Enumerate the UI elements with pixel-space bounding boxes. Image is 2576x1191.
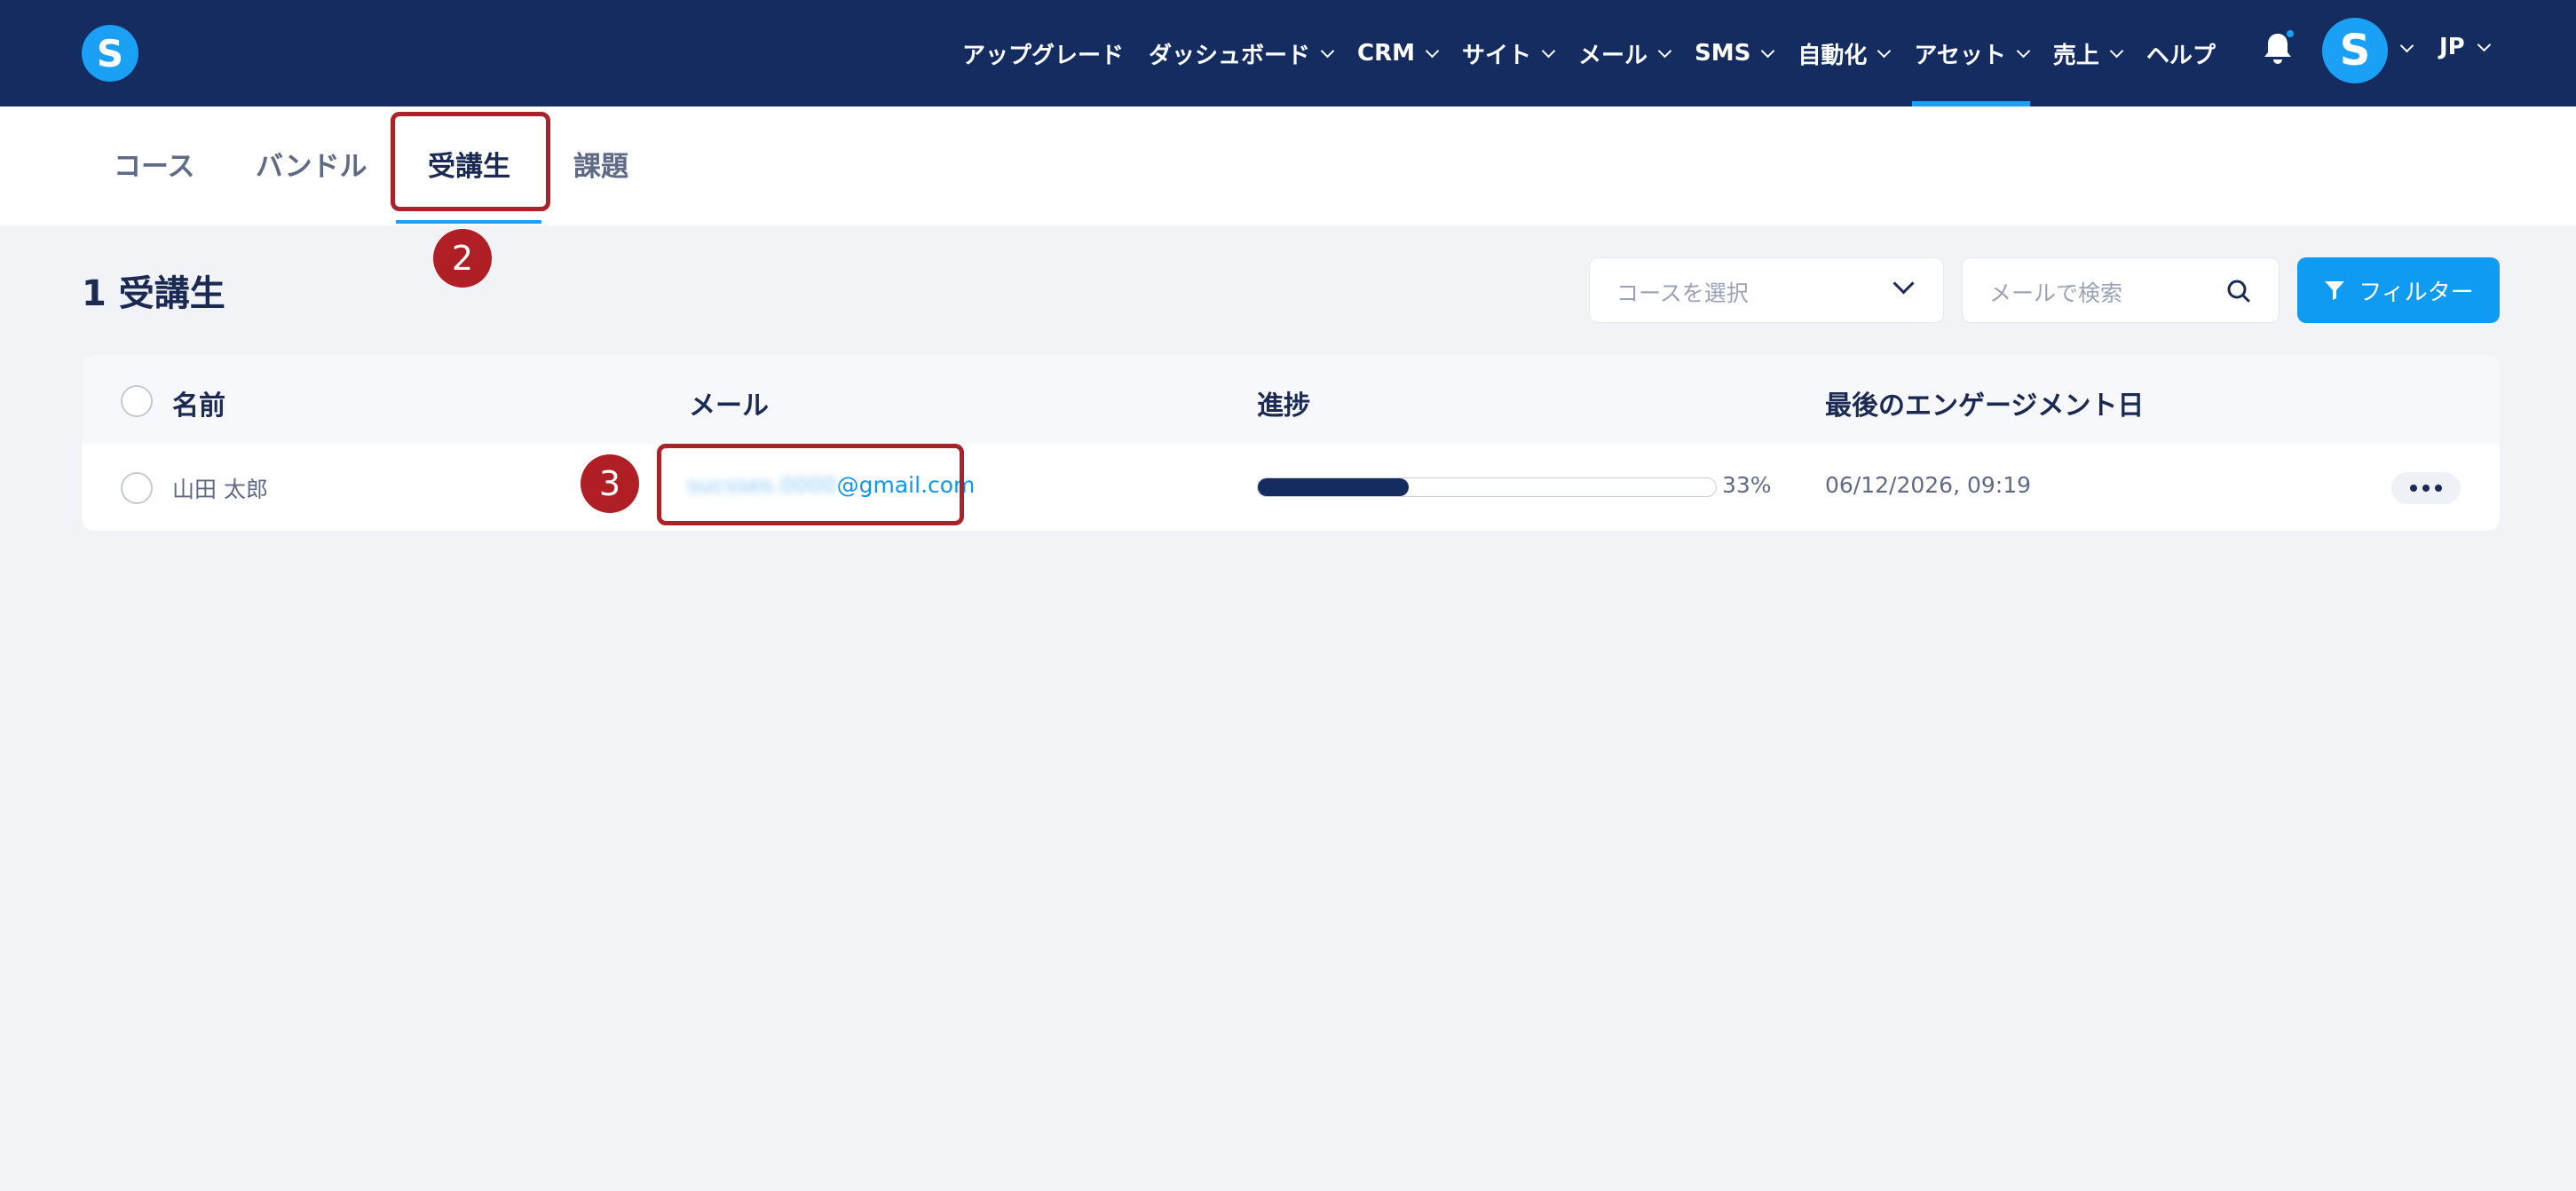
nav-item-upgrade[interactable]: アップグレード — [962, 0, 1124, 106]
nav-item-label: アセット — [1914, 42, 2006, 69]
nav-item-help[interactable]: ヘルプ — [2146, 0, 2216, 106]
more-dot-icon — [2422, 485, 2430, 492]
search-placeholder: メールで検索 — [1989, 280, 2123, 306]
chevron-down-icon — [2477, 37, 2492, 51]
nav-item-label: ヘルプ — [2145, 42, 2216, 69]
nav-item-label: CRM — [1357, 40, 1416, 67]
progress-percent: 33% — [1722, 472, 1772, 498]
chevron-down-icon[interactable] — [2399, 38, 2414, 53]
chevron-down-icon — [1541, 43, 1556, 58]
column-header-email[interactable]: メール — [689, 383, 769, 422]
nav-item-automation[interactable]: 自動化 — [1798, 0, 1892, 106]
chevron-down-icon — [1657, 43, 1672, 58]
filter-button[interactable]: フィルター — [2297, 257, 2500, 323]
filter-button-label: フィルター — [2359, 279, 2474, 306]
active-tab-indicator — [396, 220, 541, 224]
nav-item-email[interactable]: メール — [1578, 0, 1672, 106]
nav-item-sales[interactable]: 売上 — [2052, 0, 2124, 106]
chevron-down-icon — [1877, 43, 1892, 58]
row-checkbox[interactable] — [121, 472, 153, 504]
nav-item-label: 自動化 — [1798, 42, 1868, 69]
column-header-last-engagement[interactable]: 最後のエンゲージメント日 — [1825, 383, 2144, 422]
tab-assignments[interactable]: 課題 — [573, 144, 628, 184]
table-header: 名前 メール 進捗 最後のエンゲージメント日 — [82, 355, 2500, 444]
progress-bar — [1257, 477, 1717, 497]
nav-item-crm[interactable]: CRM — [1357, 0, 1440, 106]
avatar[interactable]: S — [2322, 18, 2388, 83]
chevron-down-icon — [2016, 43, 2031, 58]
annotation-highlight-email — [657, 444, 964, 525]
students-table: 名前 メール 進捗 最後のエンゲージメント日 山田 太郎 06/12/2026,… — [82, 355, 2500, 531]
chevron-down-icon — [1892, 272, 1915, 295]
nav-item-label: 売上 — [2052, 42, 2099, 69]
chevron-down-icon — [1320, 43, 1335, 58]
chevron-down-icon — [1425, 43, 1440, 58]
course-select-placeholder: コースを選択 — [1616, 280, 1749, 306]
notification-dot — [2285, 28, 2295, 39]
column-header-name[interactable]: 名前 — [172, 383, 225, 422]
brand-logo[interactable]: S — [82, 25, 138, 82]
nav-item-site[interactable]: サイト — [1462, 0, 1556, 106]
chevron-down-icon — [1761, 43, 1775, 58]
annotation-highlight-tab — [391, 112, 550, 211]
nav-item-dashboard[interactable]: ダッシュボード — [1149, 0, 1335, 106]
course-select[interactable]: コースを選択 — [1589, 257, 1944, 323]
annotation-step-badge: 2 — [433, 229, 492, 288]
more-dot-icon — [2410, 485, 2417, 492]
nav-item-label: アップグレード — [962, 42, 1125, 69]
chevron-down-icon — [2109, 43, 2124, 58]
nav-item-label: メール — [1578, 42, 1648, 69]
nav-item-sms[interactable]: SMS — [1695, 0, 1775, 106]
progress-bar-fill — [1258, 478, 1410, 496]
page-title: 1 受講生 — [82, 273, 225, 314]
annotation-step-badge: 3 — [581, 454, 639, 513]
sub-tabs: コース バンドル 受講生 課題 — [0, 106, 2576, 225]
column-header-progress[interactable]: 進捗 — [1257, 383, 1310, 422]
tab-bundles[interactable]: バンドル — [256, 144, 367, 184]
filter-icon — [2325, 281, 2345, 300]
row-more-actions-button[interactable] — [2391, 472, 2461, 504]
select-all-checkbox[interactable] — [121, 385, 153, 417]
nav-item-label: ダッシュボード — [1149, 42, 1311, 69]
search-icon — [2227, 280, 2250, 303]
nav-item-label: SMS — [1695, 40, 1751, 67]
email-search-input[interactable]: メールで検索 — [1962, 257, 2280, 323]
tab-courses[interactable]: コース — [114, 144, 194, 184]
top-navigation-bar: S アップグレード ダッシュボード CRM サイト メール SMS 自動化 アセ… — [0, 0, 2576, 106]
last-engagement-date: 06/12/2026, 09:19 — [1825, 472, 2032, 498]
more-dot-icon — [2435, 485, 2442, 492]
language-selector[interactable]: JP — [2439, 34, 2492, 60]
nav-item-label: サイト — [1462, 42, 1532, 69]
student-name: 山田 太郎 — [172, 477, 268, 502]
language-label: JP — [2439, 34, 2465, 60]
main-nav: アップグレード ダッシュボード CRM サイト メール SMS 自動化 アセット… — [962, 0, 2240, 106]
nav-item-assets[interactable]: アセット — [1912, 0, 2031, 106]
